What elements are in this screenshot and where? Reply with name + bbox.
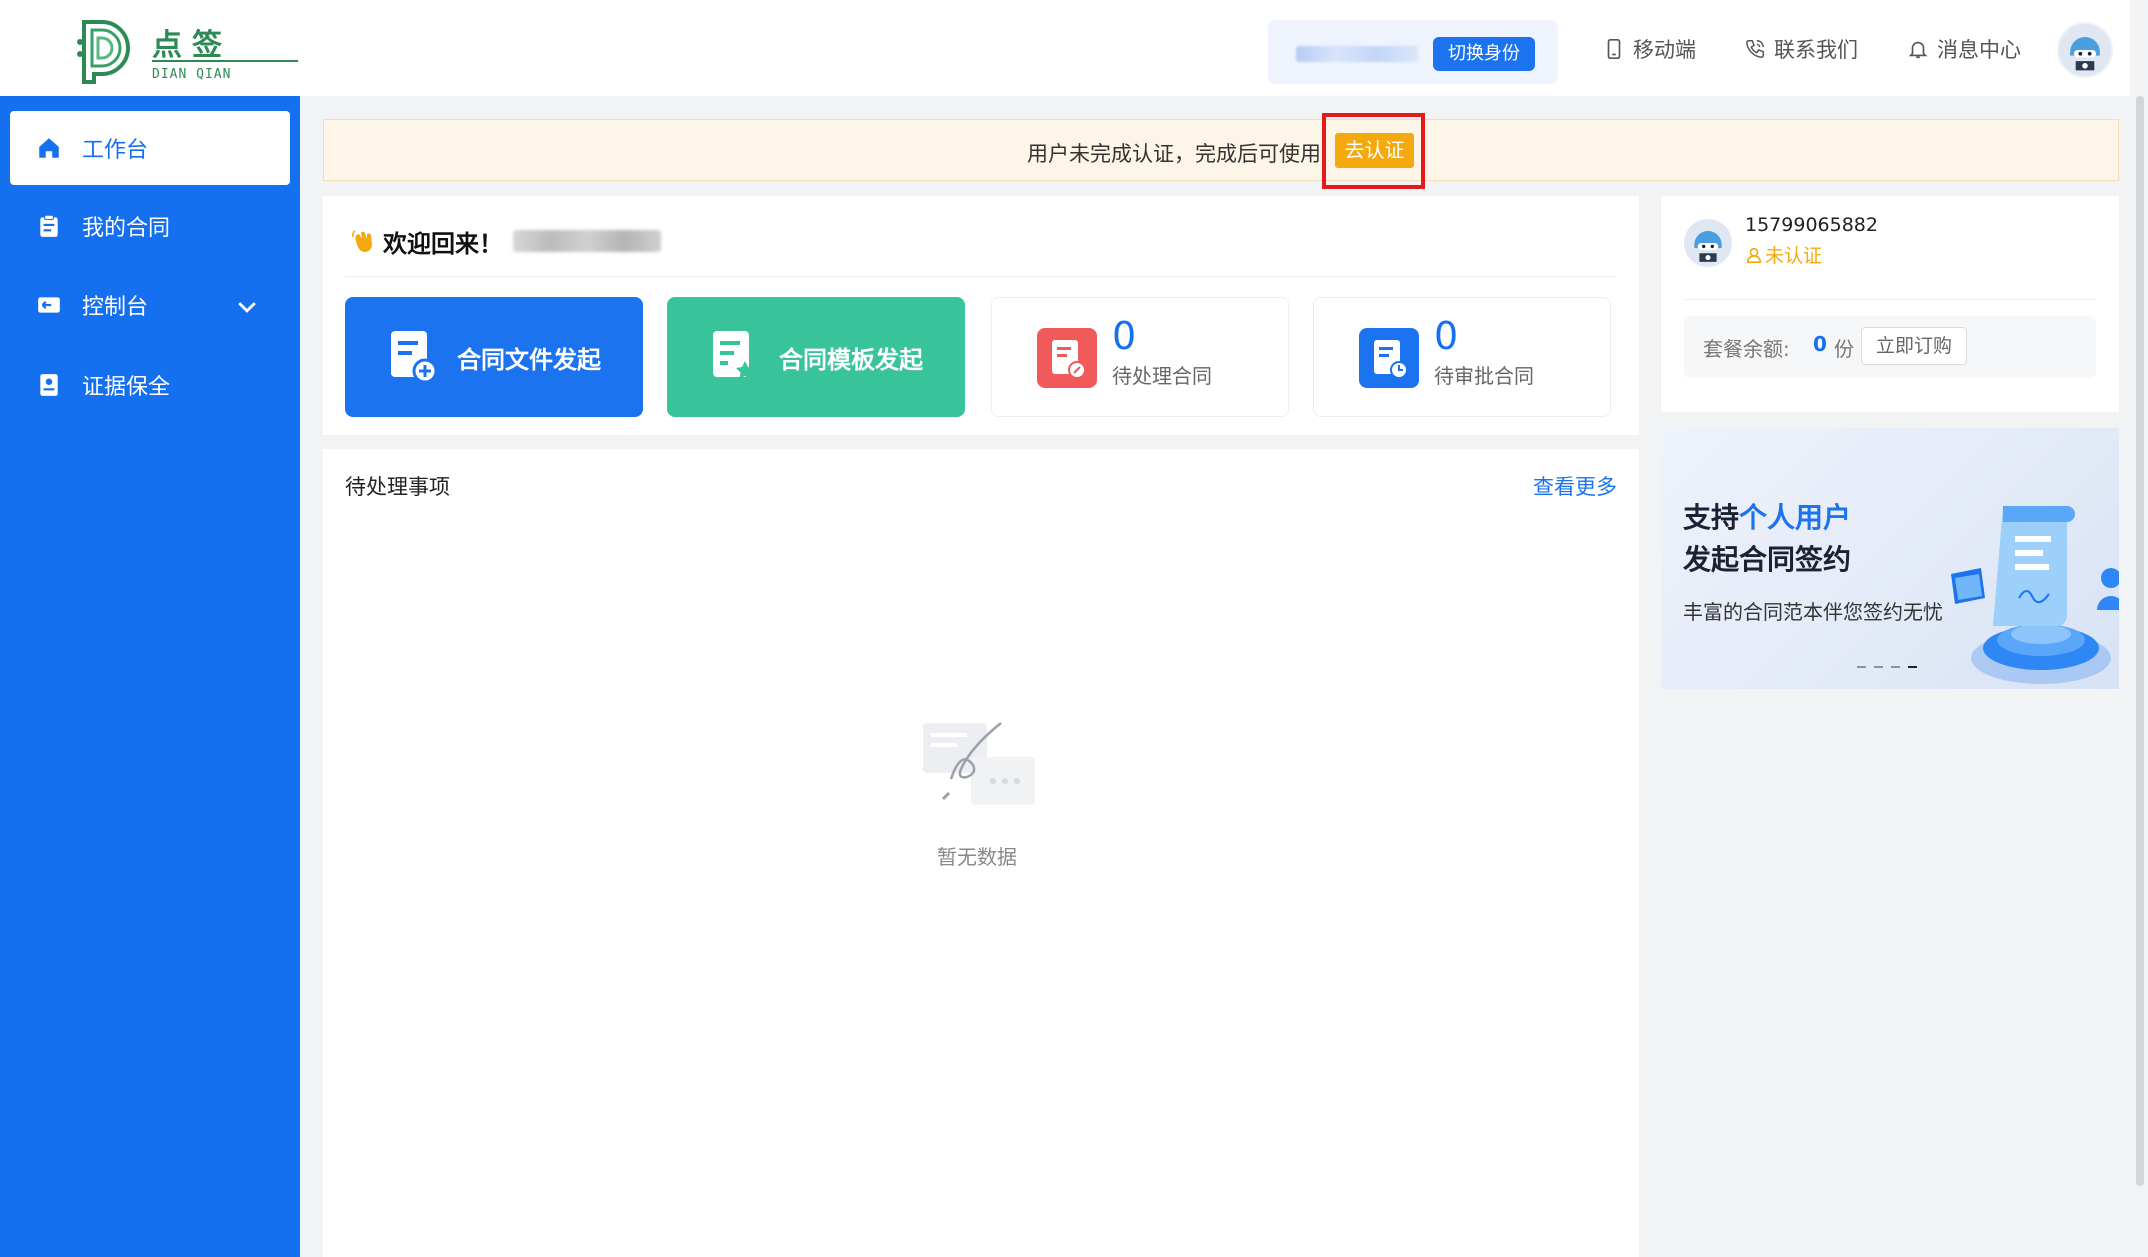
profile-status-label: 未认证 [1765,245,1823,267]
stat-approval-label: 待审批合同 [1434,364,1534,388]
promo-banner[interactable]: 支持个人用户 发起合同签约 丰富的合同范本伴您签约无忧 [1661,428,2119,689]
nav-messages-label: 消息中心 [1937,38,2021,62]
stat-approval-value: 0 [1434,314,1459,358]
template-star-icon [713,331,754,379]
package-balance: 套餐余额: 0 份 立即订购 [1684,316,2096,378]
evidence-icon [40,374,58,396]
annotation-highlight-box [1322,113,1425,189]
identity-name-redacted [1296,46,1418,62]
robot-avatar-icon [1685,220,1731,266]
subscribe-button[interactable]: 立即订购 [1861,327,1967,365]
package-value: 0 [1813,332,1827,356]
initiate-by-file-label: 合同文件发起 [457,345,601,374]
clipboard-icon [40,214,58,237]
banner-line1-pre: 支持 [1683,501,1740,534]
top-header: 点签 DIAN QIAN 切换身份 移动端 联系我们 消息中心 [0,0,2130,96]
verification-notice: 用户未完成认证，完成后可使用 去认证 [323,119,2119,181]
nav-mobile-label: 移动端 [1633,38,1696,62]
home-icon [39,138,59,158]
sidebar-item-my-contracts[interactable]: 我的合同 [10,189,290,263]
notice-text: 用户未完成认证，完成后可使用 [1027,142,1321,166]
chevron-down-icon[interactable] [234,294,260,320]
sidebar-item-console[interactable]: 控制台 [10,268,290,342]
pending-title: 待处理事项 [345,475,450,499]
banner-line1-highlight: 个人用户 [1739,501,1852,534]
profile-card: 15799065882 未认证 套餐余额: 0 份 立即订购 [1661,196,2119,412]
logo-text-cn: 点签 [152,28,232,63]
sidebar-item-evidence[interactable]: 证据保全 [10,348,290,422]
banner-line3: 丰富的合同范本伴您签约无忧 [1683,600,1943,624]
pending-items-panel: 待处理事项 查看更多 暂无数据 [323,449,1639,1257]
approval-contract-icon [1359,328,1419,388]
file-add-icon [391,331,438,384]
stat-pending-value: 0 [1112,314,1137,358]
welcome-card: 欢迎回来！ 合同文件发起 合同模板发起 0 待处理合同 0 待审批合同 [323,196,1639,435]
empty-data-icon [923,722,1035,805]
carousel-dot[interactable] [1891,666,1900,668]
nav-messages[interactable]: 消息中心 [1907,34,2021,64]
logo-mark-icon [77,20,130,84]
nav-mobile[interactable]: 移动端 [1603,34,1696,64]
waving-hand-icon [352,230,372,252]
banner-line2: 发起合同签约 [1683,543,1852,576]
welcome-title: 欢迎回来！ [383,230,503,258]
stat-card-approval[interactable]: 0 待审批合同 [1313,297,1611,417]
nav-contact[interactable]: 联系我们 [1744,34,1858,64]
phone-icon [1746,40,1764,58]
sidebar-item-label: 证据保全 [82,375,171,400]
robot-avatar-icon [2060,25,2110,75]
identity-switcher: 切换身份 [1268,20,1558,84]
sidebar: 工作台 我的合同 控制台 证据保全 [0,96,300,1257]
sidebar-item-label: 控制台 [82,295,149,320]
initiate-by-file-button[interactable]: 合同文件发起 [345,297,643,417]
initiate-by-template-label: 合同模板发起 [779,345,923,374]
profile-phone: 15799065882 [1745,214,1878,236]
console-icon [38,297,60,313]
bell-icon [1908,41,1928,59]
logo-text-en: DIAN QIAN [152,67,232,82]
carousel-dot-active[interactable] [1908,666,1917,668]
sidebar-item-label: 我的合同 [82,216,171,241]
package-unit: 份 [1834,337,1854,361]
logo-divider [152,60,298,62]
user-avatar[interactable] [2057,22,2113,78]
contract-scroll-illustration-icon [1951,506,2119,684]
profile-divider [1684,299,2096,300]
initiate-by-template-button[interactable]: 合同模板发起 [667,297,965,417]
profile-status[interactable]: 未认证 [1745,241,1822,268]
profile-avatar [1684,219,1732,267]
empty-data-text: 暂无数据 [937,845,1017,869]
carousel-dot[interactable] [1874,666,1883,668]
user-name-redacted [513,230,661,252]
logo[interactable]: 点签 DIAN QIAN [74,12,298,84]
banner-line1: 支持个人用户 [1683,496,1851,536]
mobile-icon [1607,39,1621,59]
view-more-link[interactable]: 查看更多 [1533,471,1617,501]
welcome-divider [345,276,1617,277]
pending-contract-icon [1037,328,1097,388]
nav-contact-label: 联系我们 [1774,38,1858,62]
banner-carousel-dots[interactable] [1857,666,1917,668]
user-unverified-icon [1746,247,1762,263]
carousel-dot[interactable] [1857,666,1866,668]
switch-identity-button[interactable]: 切换身份 [1433,37,1535,71]
stat-pending-label: 待处理合同 [1112,364,1212,388]
page-scrollbar[interactable] [2136,96,2144,1186]
package-label: 套餐余额: [1703,337,1790,361]
sidebar-item-workbench[interactable]: 工作台 [10,111,290,185]
stat-card-pending[interactable]: 0 待处理合同 [991,297,1289,417]
sidebar-item-label: 工作台 [82,138,149,163]
